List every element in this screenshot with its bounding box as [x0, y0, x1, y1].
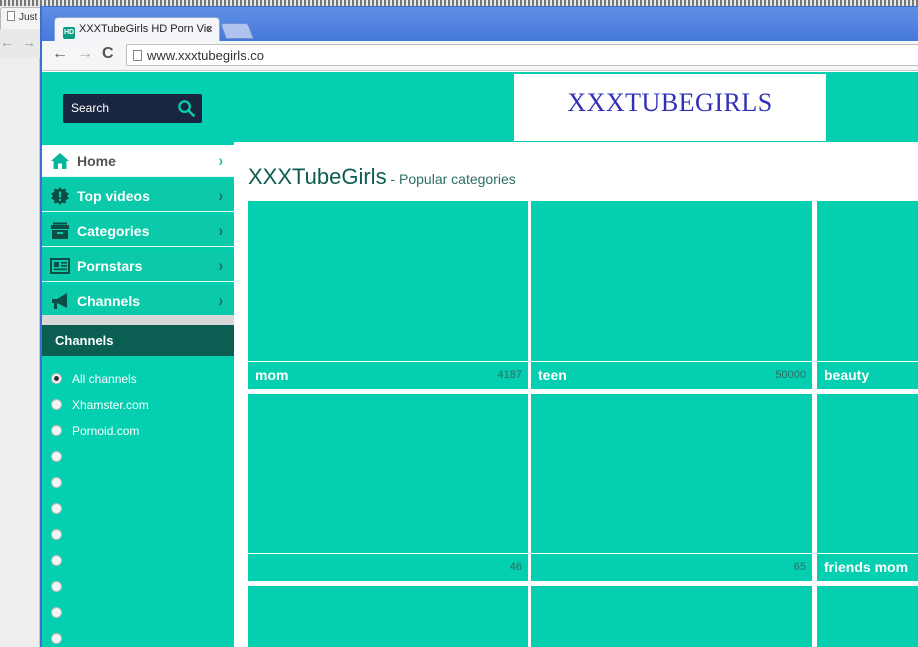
home-icon [51, 153, 69, 169]
background-page [0, 58, 40, 647]
channel-radio-item[interactable] [42, 499, 234, 519]
new-tab-button[interactable] [220, 23, 254, 39]
channel-radio-item[interactable] [42, 473, 234, 493]
chevron-right-icon: › [219, 291, 224, 310]
category-caption[interactable]: beauty [817, 361, 918, 389]
address-bar[interactable]: www.xxxtubegirls.co [126, 44, 918, 66]
radio-button[interactable] [51, 425, 62, 436]
badge-icon [51, 187, 69, 205]
browser-toolbar: ← → C www.xxxtubegirls.co [42, 41, 918, 71]
chevron-right-icon: › [219, 151, 224, 170]
site-name: XXXTubeGirls [248, 164, 387, 189]
sidebar-item-channels[interactable]: Channels › [42, 285, 234, 317]
page-icon [133, 50, 142, 61]
active-tab[interactable]: HD XXXTubeGirls HD Porn Vic × [54, 17, 220, 41]
sidebar-item-label: Top videos [77, 188, 150, 204]
category-count: 50000 [775, 369, 806, 381]
radio-button[interactable] [51, 633, 62, 644]
category-name: beauty [824, 367, 870, 383]
category-tile[interactable] [248, 586, 528, 647]
channel-label: All channels [72, 372, 137, 386]
box-icon [51, 222, 69, 239]
site-logo[interactable]: XXXTUBEGIRLS [514, 74, 826, 141]
site-header: Search XXXTUBEGIRLS [42, 72, 918, 142]
chevron-right-icon: › [219, 186, 224, 205]
sidebar-item-label: Channels [77, 293, 141, 309]
sidebar-item-label: Pornstars [77, 258, 143, 274]
category-name: teen [538, 367, 567, 383]
chevron-right-icon: › [219, 256, 224, 275]
radio-button[interactable] [51, 555, 62, 566]
back-arrow-icon[interactable]: ← [52, 45, 68, 63]
category-tile[interactable] [531, 586, 812, 647]
sidebar-item-top-videos[interactable]: Top videos › [42, 180, 234, 212]
category-caption[interactable]: friends mom [817, 553, 918, 581]
channel-radio-item[interactable]: Pornoid.com [42, 421, 234, 441]
url-text: www.xxxtubegirls.co [147, 48, 265, 63]
tab-title: XXXTubeGirls HD Porn Vic [79, 23, 212, 35]
back-arrow-icon[interactable]: ← [0, 34, 14, 50]
page-subtitle: - Popular categories [386, 171, 516, 187]
forward-arrow-icon[interactable]: → [77, 45, 93, 63]
favicon-icon: HD [63, 27, 75, 39]
channel-radio-item[interactable] [42, 447, 234, 467]
category-tile[interactable] [817, 586, 918, 647]
title-bar: HD XXXTubeGirls HD Porn Vic × [42, 7, 918, 41]
category-caption[interactable]: mom 4187 [248, 361, 528, 389]
sidebar-item-label: Home [77, 153, 116, 169]
id-card-icon [50, 258, 70, 274]
background-tab-title: Just [19, 12, 38, 23]
radio-button[interactable] [51, 451, 62, 462]
web-page: Search XXXTUBEGIRLS Home › Top videos › [42, 72, 918, 647]
category-name: mom [255, 367, 289, 383]
megaphone-icon [52, 293, 67, 309]
category-caption[interactable]: 65 [531, 553, 812, 581]
channel-radio-item[interactable]: All channels [42, 369, 234, 389]
sidebar-item-pornstars[interactable]: Pornstars › [42, 250, 234, 282]
channel-label: Pornoid.com [72, 424, 140, 438]
search-icon[interactable] [177, 99, 196, 118]
page-title: XXXTubeGirls - Popular categories [248, 164, 516, 190]
channel-radio-item[interactable] [42, 577, 234, 597]
category-caption[interactable]: teen 50000 [531, 361, 812, 389]
close-tab-icon[interactable]: × [206, 22, 213, 36]
channel-radio-item[interactable] [42, 551, 234, 571]
radio-button[interactable] [51, 581, 62, 592]
radio-button[interactable] [51, 503, 62, 514]
radio-button[interactable] [51, 373, 62, 384]
category-count: 4187 [497, 369, 522, 381]
category-count: 46 [509, 561, 522, 573]
background-tab[interactable]: Just [0, 7, 44, 29]
category-count: 65 [793, 561, 806, 573]
logo-text: XXXTUBEGIRLS [567, 88, 773, 117]
radio-button[interactable] [51, 529, 62, 540]
page-icon [7, 11, 15, 21]
category-name: friends mom [824, 559, 909, 575]
category-caption[interactable]: 46 [248, 553, 528, 581]
reload-icon[interactable]: C [102, 45, 114, 63]
channel-radio-item[interactable]: Xhamster.com [42, 395, 234, 415]
sidebar-item-categories[interactable]: Categories › [42, 215, 234, 247]
channel-radio-item[interactable] [42, 603, 234, 623]
browser-window: HD XXXTubeGirls HD Porn Vic × ← → C www.x… [40, 6, 918, 647]
chevron-right-icon: › [219, 221, 224, 240]
radio-button[interactable] [51, 607, 62, 618]
forward-arrow-icon[interactable]: → [22, 34, 36, 50]
channel-radio-item[interactable] [42, 629, 234, 647]
channel-radio-item[interactable] [42, 525, 234, 545]
sidebar-item-label: Categories [77, 223, 150, 239]
channel-label: Xhamster.com [72, 398, 149, 412]
sidebar-divider [42, 315, 234, 325]
radio-button[interactable] [51, 477, 62, 488]
sidebar: Home › Top videos › Categories › Pornsta… [42, 142, 234, 647]
background-nav: ← → [0, 34, 44, 50]
sidebar-item-home[interactable]: Home › [42, 145, 234, 177]
channels-heading-label: Channels [55, 333, 114, 348]
search-input[interactable]: Search [63, 94, 202, 123]
radio-button[interactable] [51, 399, 62, 410]
channels-heading: Channels [42, 325, 234, 356]
search-label: Search [71, 101, 110, 115]
